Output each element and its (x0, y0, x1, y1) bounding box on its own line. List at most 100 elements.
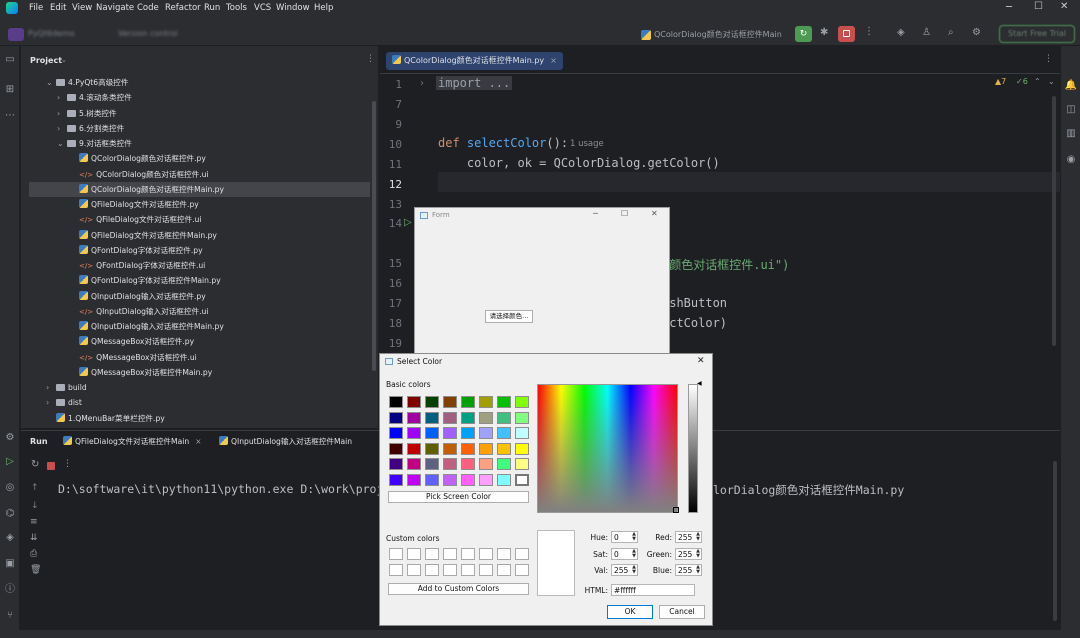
basic-color-swatch[interactable] (461, 473, 475, 486)
tree-file[interactable]: QFileDialog文件对话框控件.py (79, 197, 199, 212)
down-arrow-icon[interactable]: ↓ (31, 501, 39, 511)
editor-tab-active[interactable]: QColorDialog颜色对话框控件Main.py × (386, 52, 563, 70)
tab-options-icon[interactable]: ⋮ (1044, 54, 1053, 64)
trash-icon[interactable]: 🗑 (30, 565, 41, 575)
tree-file[interactable]: </> QInputDialog输入对话框控件.ui (79, 304, 208, 319)
run-config-selector[interactable]: QColorDialog颜色对话框控件Main (654, 29, 782, 40)
tree-file[interactable]: QFontDialog字体对话框控件.py (79, 243, 203, 258)
debug-icon[interactable]: ✱ (820, 27, 828, 38)
soft-wrap-icon[interactable]: ≡ (30, 517, 38, 527)
basic-color-swatch[interactable] (515, 411, 529, 424)
custom-color-swatch[interactable] (479, 564, 493, 576)
start-trial-button[interactable]: Start Free Trial (999, 25, 1075, 43)
minimize-icon[interactable]: ─ (1006, 2, 1012, 13)
custom-color-swatch[interactable] (443, 564, 457, 576)
basic-color-swatch[interactable] (479, 442, 493, 455)
code-connect-line[interactable]: ectColor) (662, 316, 727, 330)
code-getcolor-line[interactable]: color, ok = QColorDialog.getColor() (438, 156, 720, 170)
basic-color-swatch[interactable] (443, 442, 457, 455)
tree-file[interactable]: QFontDialog字体对话框控件Main.py (79, 273, 221, 288)
green-spinbox[interactable]: 255 ▲ ▼ (675, 548, 702, 560)
basic-color-swatch[interactable] (479, 411, 493, 424)
tree-file[interactable]: </> QFontDialog字体对话框控件.ui (79, 258, 205, 273)
code-pushbutton-line[interactable]: ushButton (662, 296, 727, 310)
code-import-folded[interactable]: import ... (436, 76, 513, 90)
run-tab-1[interactable]: QFileDialog文件对话框控件Main × (57, 433, 208, 451)
tree-file[interactable]: QFileDialog文件对话框控件Main.py (79, 228, 217, 243)
basic-color-swatch[interactable] (497, 411, 511, 424)
project-panel-title[interactable]: Project (30, 56, 62, 65)
tree-folder[interactable]: › build (46, 380, 87, 395)
custom-color-swatch[interactable] (425, 548, 439, 560)
menu-file[interactable]: File (29, 3, 43, 13)
tree-folder[interactable]: ⌄ 4.PyQt6高级控件 (46, 75, 128, 90)
tab-close-icon[interactable]: × (550, 56, 557, 65)
code-with-me-icon[interactable]: ♙ (922, 27, 931, 38)
tab-close-icon[interactable]: × (195, 437, 201, 446)
console-scrollbar[interactable] (1053, 461, 1057, 621)
basic-color-swatch[interactable] (515, 396, 529, 408)
chevron-down-icon[interactable]: ⌄ (61, 56, 67, 64)
color-crosshair[interactable] (673, 507, 679, 513)
basic-color-swatch[interactable] (407, 427, 421, 439)
chevron-down-icon[interactable]: ⌄ (46, 75, 56, 90)
hue-saturation-field[interactable] (537, 384, 678, 513)
basic-color-swatch[interactable] (425, 396, 439, 408)
tree-file[interactable]: </> QFileDialog文件对话框控件.ui (79, 212, 201, 227)
custom-color-swatch[interactable] (389, 548, 403, 560)
basic-color-swatch[interactable] (389, 442, 403, 455)
menu-navigate[interactable]: Navigate (96, 3, 134, 13)
select-color-button[interactable]: 请选择颜色... (485, 310, 533, 323)
more-tools-icon[interactable]: ⋯ (3, 110, 17, 122)
tree-file[interactable]: </> QColorDialog颜色对话框控件.ui (79, 167, 209, 182)
fold-chevron-icon[interactable]: › (420, 78, 424, 89)
custom-color-swatch[interactable] (479, 548, 493, 560)
menu-edit[interactable]: Edit (50, 3, 66, 13)
custom-color-swatch[interactable] (515, 548, 529, 560)
tree-folder[interactable]: › 5.树类控件 (57, 106, 117, 121)
panel-options-icon[interactable]: ⋮ (366, 54, 375, 64)
basic-color-swatch[interactable] (515, 427, 529, 439)
project-name[interactable]: PyQt6demo (28, 29, 75, 38)
custom-color-swatch[interactable] (461, 548, 475, 560)
run-tab-2[interactable]: QInputDialog输入对话框控件Main (213, 433, 358, 451)
basic-color-swatch[interactable] (407, 458, 421, 470)
menu-tools[interactable]: Tools (226, 3, 247, 13)
python-packages-icon[interactable]: ◎ (3, 482, 17, 494)
menu-view[interactable]: View (72, 3, 92, 13)
search-icon[interactable]: ⌕ (948, 27, 954, 38)
tree-folder[interactable]: › 4.滚动条类控件 (57, 90, 132, 105)
basic-color-swatch[interactable] (407, 411, 421, 424)
code-def-line[interactable]: def selectColor(): (438, 136, 568, 150)
basic-color-swatch[interactable] (389, 458, 403, 470)
database-icon[interactable]: ◫ (1064, 104, 1078, 116)
editor-scrollbar[interactable] (1052, 96, 1056, 346)
red-spinbox[interactable]: 255 ▲ ▼ (675, 531, 702, 543)
spin-arrows-icon[interactable]: ▲ ▼ (696, 565, 700, 575)
chevron-right-icon[interactable]: › (57, 90, 67, 105)
maximize-icon[interactable]: ☐ (621, 209, 628, 218)
cancel-button[interactable]: Cancel (659, 605, 705, 619)
checks-count[interactable]: ✓6 (1016, 77, 1028, 86)
tree-file[interactable]: QMessageBox对话框控件Main.py (79, 365, 212, 380)
basic-color-swatch[interactable] (425, 427, 439, 439)
ok-button[interactable]: OK (607, 605, 653, 619)
custom-color-swatch[interactable] (407, 564, 421, 576)
custom-color-swatch[interactable] (425, 564, 439, 576)
tree-file[interactable]: QColorDialog颜色对话框控件Main.py (29, 181, 370, 197)
chevron-right-icon[interactable]: › (46, 395, 56, 410)
branch-widget[interactable]: Version control (118, 29, 178, 38)
basic-color-swatch[interactable] (497, 396, 511, 408)
stop-icon[interactable] (838, 26, 855, 42)
run-panel-title[interactable]: Run (30, 437, 48, 446)
hue-spinbox[interactable]: 0 ▲ ▼ (611, 531, 638, 543)
basic-color-swatch[interactable] (497, 442, 511, 455)
basic-color-swatch[interactable] (389, 427, 403, 439)
warnings-count[interactable]: ▲7 (995, 77, 1006, 86)
basic-color-swatch[interactable] (425, 458, 439, 470)
prev-highlight-icon[interactable]: ⌃ (1034, 77, 1041, 86)
rerun-icon[interactable]: ↻ (31, 459, 39, 470)
basic-color-swatch[interactable] (515, 473, 529, 486)
ai-chat-icon[interactable]: ◉ (1064, 154, 1078, 166)
python-console-icon[interactable]: ⌬ (3, 508, 17, 520)
